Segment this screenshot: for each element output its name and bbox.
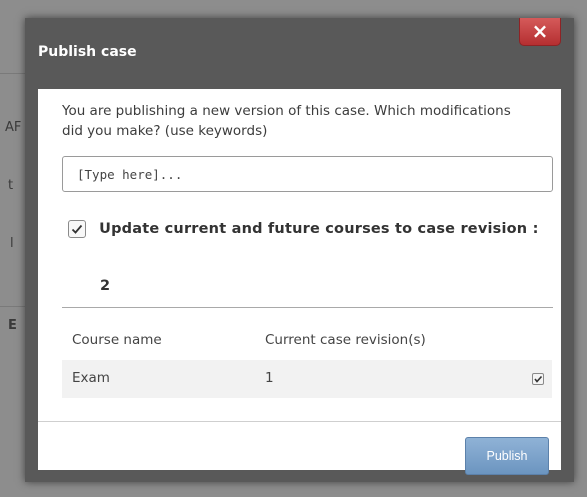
checkmark-icon — [71, 224, 83, 234]
revision-cell: 1 — [265, 370, 274, 386]
keywords-input[interactable] — [62, 156, 553, 192]
close-button[interactable]: × — [519, 18, 561, 46]
footer-divider — [38, 421, 561, 422]
course-name-cell: Exam — [72, 370, 110, 386]
background-divider — [0, 73, 25, 74]
case-revision-number: 2 — [100, 278, 111, 294]
publish-button[interactable]: Publish — [465, 437, 549, 475]
update-courses-checkbox[interactable] — [68, 219, 86, 238]
publish-case-dialog: Publish case × You are publishing a new … — [25, 18, 574, 482]
dialog-body: You are publishing a new version of this… — [38, 89, 561, 475]
courses-table: Course name Current case revision(s) Exa… — [62, 326, 552, 398]
close-icon: × — [531, 19, 549, 43]
background-divider — [0, 306, 25, 307]
current-revision-header: Current case revision(s) — [265, 332, 426, 348]
background-text: E — [8, 318, 17, 333]
dialog-title: Publish case — [38, 44, 137, 60]
course-select-checkbox[interactable] — [532, 373, 544, 385]
background-text: t — [8, 178, 14, 193]
course-name-header: Course name — [72, 332, 162, 348]
update-courses-option[interactable]: Update current and future courses to cas… — [68, 218, 539, 238]
background-text: AF — [5, 120, 22, 135]
divider — [62, 307, 553, 308]
table-header: Course name Current case revision(s) — [62, 326, 552, 360]
background-text: l — [10, 236, 14, 251]
intro-text: You are publishing a new version of this… — [62, 103, 511, 139]
checkmark-icon — [534, 375, 543, 383]
update-courses-label: Update current and future courses to cas… — [99, 220, 539, 237]
table-row: Exam 1 — [62, 360, 552, 398]
